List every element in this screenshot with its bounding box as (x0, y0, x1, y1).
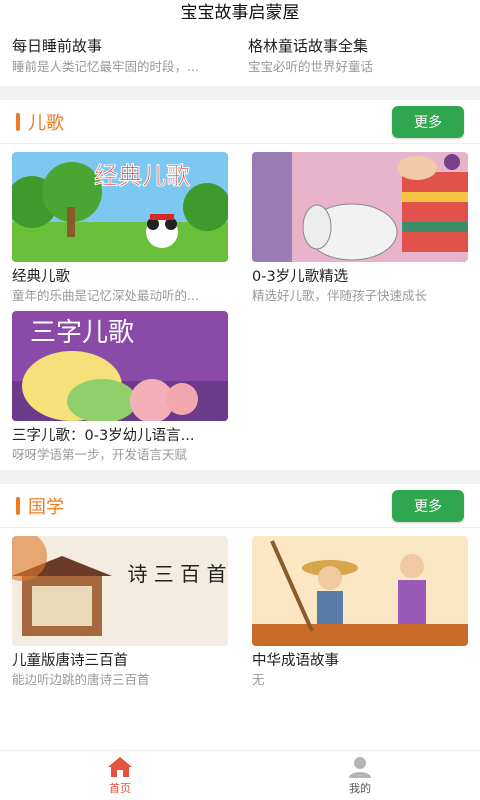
card-title: 三字儿歌：0-3岁幼儿语言... (12, 428, 195, 444)
thumbnail-image: 经典儿歌 (12, 152, 228, 262)
story-title: 每日睡前故事 (12, 37, 103, 55)
tab-label: 首页 (109, 781, 131, 795)
card-desc: 能边听边跳的唐诗三百首 (12, 672, 150, 687)
section-divider (0, 470, 480, 484)
story-item-grimm[interactable]: 格林童话故事全集 宝宝必听的世界好童话 (248, 36, 468, 86)
card-tang-poems[interactable]: 诗 三 百 首 儿童版唐诗三百首 能边听边跳的唐诗三百首 (12, 536, 228, 689)
section-divider (0, 86, 480, 100)
more-button[interactable]: 更多 (392, 105, 464, 138)
thumbnail-image (252, 152, 468, 262)
section-nursery-rhymes: 儿歌 更多 经典儿歌 经典儿歌 童年的乐曲是记忆深处最动听的... 0-3岁儿歌… (0, 100, 480, 470)
card-idiom-stories[interactable]: 中华成语故事 无 (252, 536, 468, 689)
accent-bar (16, 496, 20, 515)
card-title: 中华成语故事 (252, 653, 339, 669)
section-title-wrap: 儿歌 (16, 109, 64, 135)
home-icon (108, 756, 132, 777)
card-desc: 精选好儿歌，伴随孩子快速成长 (252, 288, 428, 303)
accent-bar (16, 112, 20, 131)
section-chinese-classics: 国学 更多 诗 三 百 首 儿童版唐诗三百首 能边听边跳的唐诗三百首 中华成语故… (0, 484, 480, 695)
card-title: 经典儿歌 (12, 269, 70, 285)
story-item-bedtime[interactable]: 每日睡前故事 睡前是人类记忆最牢固的时段，... (12, 36, 232, 86)
featured-stories: 每日睡前故事 睡前是人类记忆最牢固的时段，... 格林童话故事全集 宝宝必听的世… (0, 28, 480, 86)
section-header: 国学 更多 (0, 484, 480, 528)
section-title: 国学 (28, 496, 64, 518)
section-title: 儿歌 (28, 112, 64, 134)
tab-mine[interactable]: 我的 (240, 751, 480, 800)
thumbnail-image (252, 536, 468, 646)
app-title: 宝宝故事启蒙屋 (0, 0, 480, 28)
card-three-word-rhymes[interactable]: 三字儿歌 三字儿歌：0-3岁幼儿语言... 呀呀学语第一步，开发语言天赋 (12, 311, 228, 464)
card-rhymes-0-3[interactable]: 0-3岁儿歌精选 精选好儿歌，伴随孩子快速成长 (252, 152, 468, 305)
tab-home[interactable]: 首页 (0, 751, 240, 800)
thumbnail-image: 诗 三 百 首 (12, 536, 228, 646)
user-icon (349, 756, 371, 778)
card-desc: 无 (252, 672, 265, 687)
card-classic-rhymes[interactable]: 经典儿歌 经典儿歌 童年的乐曲是记忆深处最动听的... (12, 152, 228, 305)
story-desc: 宝宝必听的世界好童话 (248, 59, 374, 74)
bottom-tab-bar: 首页 我的 (0, 750, 480, 800)
story-title: 格林童话故事全集 (248, 37, 369, 55)
card-grid: 经典儿歌 经典儿歌 童年的乐曲是记忆深处最动听的... 0-3岁儿歌精选 精选好… (0, 144, 480, 470)
story-desc: 睡前是人类记忆最牢固的时段，... (12, 59, 199, 74)
more-button[interactable]: 更多 (392, 489, 464, 522)
thumb-text: 三字儿歌 (30, 318, 134, 348)
section-header: 儿歌 更多 (0, 100, 480, 144)
card-desc: 童年的乐曲是记忆深处最动听的... (12, 288, 199, 303)
thumb-text: 诗 三 百 首 (127, 562, 226, 586)
tab-label: 我的 (349, 781, 371, 795)
card-title: 0-3岁儿歌精选 (252, 269, 349, 285)
card-grid: 诗 三 百 首 儿童版唐诗三百首 能边听边跳的唐诗三百首 中华成语故事 无 (0, 528, 480, 695)
card-desc: 呀呀学语第一步，开发语言天赋 (12, 447, 188, 462)
section-title-wrap: 国学 (16, 493, 64, 519)
card-title: 儿童版唐诗三百首 (12, 653, 128, 669)
thumb-text: 经典儿歌 (94, 162, 190, 190)
thumbnail-image: 三字儿歌 (12, 311, 228, 421)
